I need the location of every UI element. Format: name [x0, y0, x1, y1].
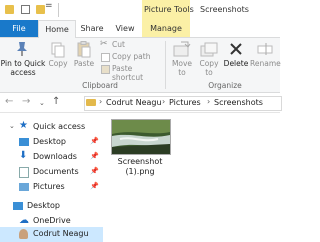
nav-label: Desktop	[33, 137, 66, 146]
file-item[interactable]: Screenshot (1).png	[106, 116, 174, 178]
rename-button: Rename	[250, 39, 281, 79]
paste-button: Paste	[72, 39, 96, 79]
delete-x-icon	[230, 43, 242, 55]
nav-label: Downloads	[33, 152, 77, 161]
recent-locations-chevron-icon[interactable]: ⌄	[39, 97, 45, 109]
nav-label: OneDrive	[33, 216, 71, 225]
file-name-line2: (1).png	[125, 167, 155, 176]
tab-file[interactable]: File	[0, 20, 38, 37]
pin-label-line1: Pin to Quick	[0, 59, 46, 68]
pin-icon	[17, 42, 27, 56]
pin-to-quick-access-button[interactable]: Pin to Quick access	[0, 39, 46, 79]
tab-home[interactable]: Home	[38, 20, 76, 38]
properties-checkbox-icon[interactable]	[21, 5, 30, 14]
nav-desktop-root[interactable]: Desktop	[0, 199, 103, 214]
window-title: Screenshots	[200, 5, 249, 14]
nav-user-folder[interactable]: Codrut Neagu	[0, 227, 103, 242]
breadcrumb-separator-icon: ›	[162, 97, 166, 106]
copy-label: Copy	[48, 59, 68, 68]
folder-icon	[86, 99, 96, 106]
paste-icon	[77, 41, 91, 58]
cut-label: Cut	[112, 40, 125, 49]
tab-share[interactable]: Share	[75, 20, 109, 37]
document-icon	[19, 167, 29, 178]
clipboard-group-label: Clipboard	[82, 81, 118, 90]
copy-path-button: Copy path	[98, 52, 160, 62]
pinned-icon: 📌	[90, 167, 99, 175]
delete-label: Delete	[223, 59, 249, 68]
nav-label: Documents	[33, 167, 79, 176]
pinned-icon: 📌	[90, 137, 99, 145]
move-to-icon	[173, 41, 191, 57]
cloud-icon: ☁	[19, 215, 29, 226]
nav-desktop[interactable]: Desktop 📌	[0, 135, 103, 150]
rename-icon	[257, 43, 273, 55]
user-icon	[19, 229, 28, 239]
nav-label: Quick access	[33, 122, 86, 131]
scissors-icon: ✂	[100, 39, 108, 49]
image-thumbnail	[111, 119, 171, 155]
nav-quick-access[interactable]: ⌄ ★ Quick access	[0, 120, 103, 135]
pictures-icon	[19, 183, 29, 191]
cut-button: ✂ Cut	[98, 39, 160, 50]
copy-to-label-line1: Copy	[199, 59, 219, 68]
organize-group-label: Organize	[208, 81, 242, 90]
quick-access-customize[interactable]: =	[45, 1, 53, 11]
folder-icon[interactable]	[5, 5, 14, 14]
copy-path-icon	[101, 53, 110, 62]
nav-label: Codrut Neagu	[33, 229, 89, 238]
paste-shortcut-button: Paste shortcut	[98, 64, 164, 82]
move-to-label-line2: to	[178, 68, 186, 77]
pin-label-line2: access	[10, 68, 36, 77]
nav-label: Pictures	[33, 182, 65, 191]
up-arrow-icon[interactable]: ↑	[52, 96, 60, 108]
breadcrumb-item[interactable]: Codrut Neagu	[106, 98, 162, 107]
new-folder-icon[interactable]	[36, 5, 45, 14]
file-name-line1: Screenshot	[117, 157, 163, 166]
desktop-icon	[19, 138, 29, 146]
ribbon-group-divider	[165, 41, 166, 89]
forward-arrow-icon: →	[22, 96, 31, 107]
breadcrumb-item[interactable]: Screenshots	[214, 98, 263, 107]
expand-chevron-icon[interactable]: ⌄	[9, 122, 15, 130]
paste-shortcut-icon	[101, 65, 110, 74]
move-to-label-line1: Move	[171, 59, 193, 68]
breadcrumb-item[interactable]: Pictures	[169, 98, 201, 107]
star-icon: ★	[19, 120, 28, 131]
nav-documents[interactable]: Documents 📌	[0, 165, 103, 180]
title-divider	[58, 3, 59, 17]
pinned-icon: 📌	[90, 152, 99, 160]
copy-to-icon	[200, 42, 218, 57]
copy-to-button: Copy to	[196, 39, 222, 79]
paste-label: Paste	[73, 59, 95, 68]
breadcrumb-separator-icon: ›	[207, 97, 211, 106]
context-tab-title: Picture Tools	[144, 5, 194, 14]
delete-button[interactable]: Delete	[222, 39, 250, 79]
paste-shortcut-label: Paste shortcut	[112, 64, 144, 82]
back-arrow-icon: ←	[5, 96, 14, 107]
nav-pictures[interactable]: Pictures 📌	[0, 180, 103, 195]
copy-path-label: Copy path	[112, 52, 151, 61]
nav-label: Desktop	[27, 201, 60, 210]
rename-label: Rename	[250, 59, 281, 68]
tab-manage[interactable]: Manage	[142, 20, 190, 37]
copy-to-label-line2: to	[205, 68, 213, 77]
copy-button: Copy	[46, 39, 70, 79]
desktop-icon	[13, 202, 23, 210]
download-arrow-icon: ⬇	[19, 150, 28, 161]
move-to-button: Move to	[168, 39, 196, 79]
nav-downloads[interactable]: ⬇ Downloads 📌	[0, 150, 103, 165]
pinned-icon: 📌	[90, 182, 99, 190]
breadcrumb-separator-icon: ›	[99, 97, 103, 106]
copy-icon	[51, 42, 65, 58]
tab-view[interactable]: View	[109, 20, 141, 37]
